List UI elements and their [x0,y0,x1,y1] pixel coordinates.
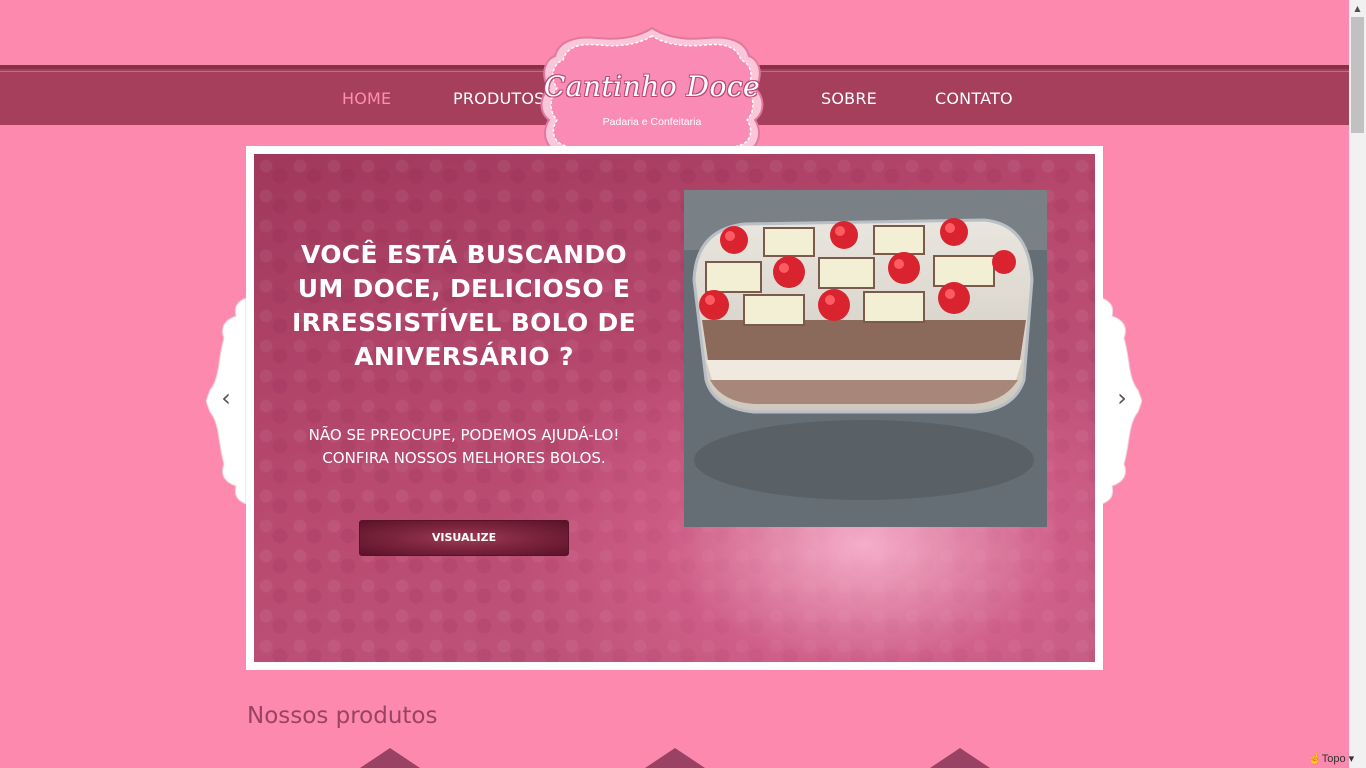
hero-slide: VOCÊ ESTÁ BUSCANDO UM DOCE, DELICIOSO E … [254,154,1095,662]
slide-text: NÃO SE PREOCUPE, PODEMOS AJUDÁ-LO! CONFI… [276,424,652,470]
logo-subtitle: Padaria e Confeitaria [602,116,702,128]
hand-pointer-icon: ☝ [1308,753,1322,765]
cake-photo [684,190,1047,527]
products-section-title: Nossos produtos [247,703,438,729]
slide-headline: VOCÊ ESTÁ BUSCANDO UM DOCE, DELICIOSO E … [292,240,636,371]
hero-slider: VOCÊ ESTÁ BUSCANDO UM DOCE, DELICIOSO E … [246,146,1103,670]
page-scrollbar[interactable]: ▲ [1349,0,1366,768]
logo-title: Cantinho Doce [543,70,761,103]
caret-down-icon: ▾ [1345,753,1355,765]
slider-prev-button[interactable]: ‹ [206,298,246,504]
slide-text-line2: CONFIRA NOSSOS MELHORES BOLOS. [322,449,606,467]
product-scallop-decorations [360,748,990,768]
nav-produtos-link[interactable]: PRODUTOS [453,89,545,108]
visualize-button[interactable]: VISUALIZE [359,520,569,556]
chevron-left-icon: ‹ [221,384,231,412]
back-to-top-label: Topo [1321,753,1346,765]
cake-image [684,190,1047,527]
slider-next-button[interactable]: › [1102,298,1142,504]
nav-home-link[interactable]: HOME [342,89,391,108]
nav-contato-link[interactable]: CONTATO [935,89,1013,108]
scrollbar-thumb[interactable] [1351,17,1364,133]
chevron-right-icon: › [1117,384,1127,412]
back-to-top-link[interactable]: ☝Topo ▾ [1308,752,1354,765]
nav-sobre-link[interactable]: SOBRE [821,89,877,108]
slide-text-line1: NÃO SE PREOCUPE, PODEMOS AJUDÁ-LO! [308,426,620,444]
scroll-up-arrow-icon[interactable]: ▲ [1349,0,1366,17]
